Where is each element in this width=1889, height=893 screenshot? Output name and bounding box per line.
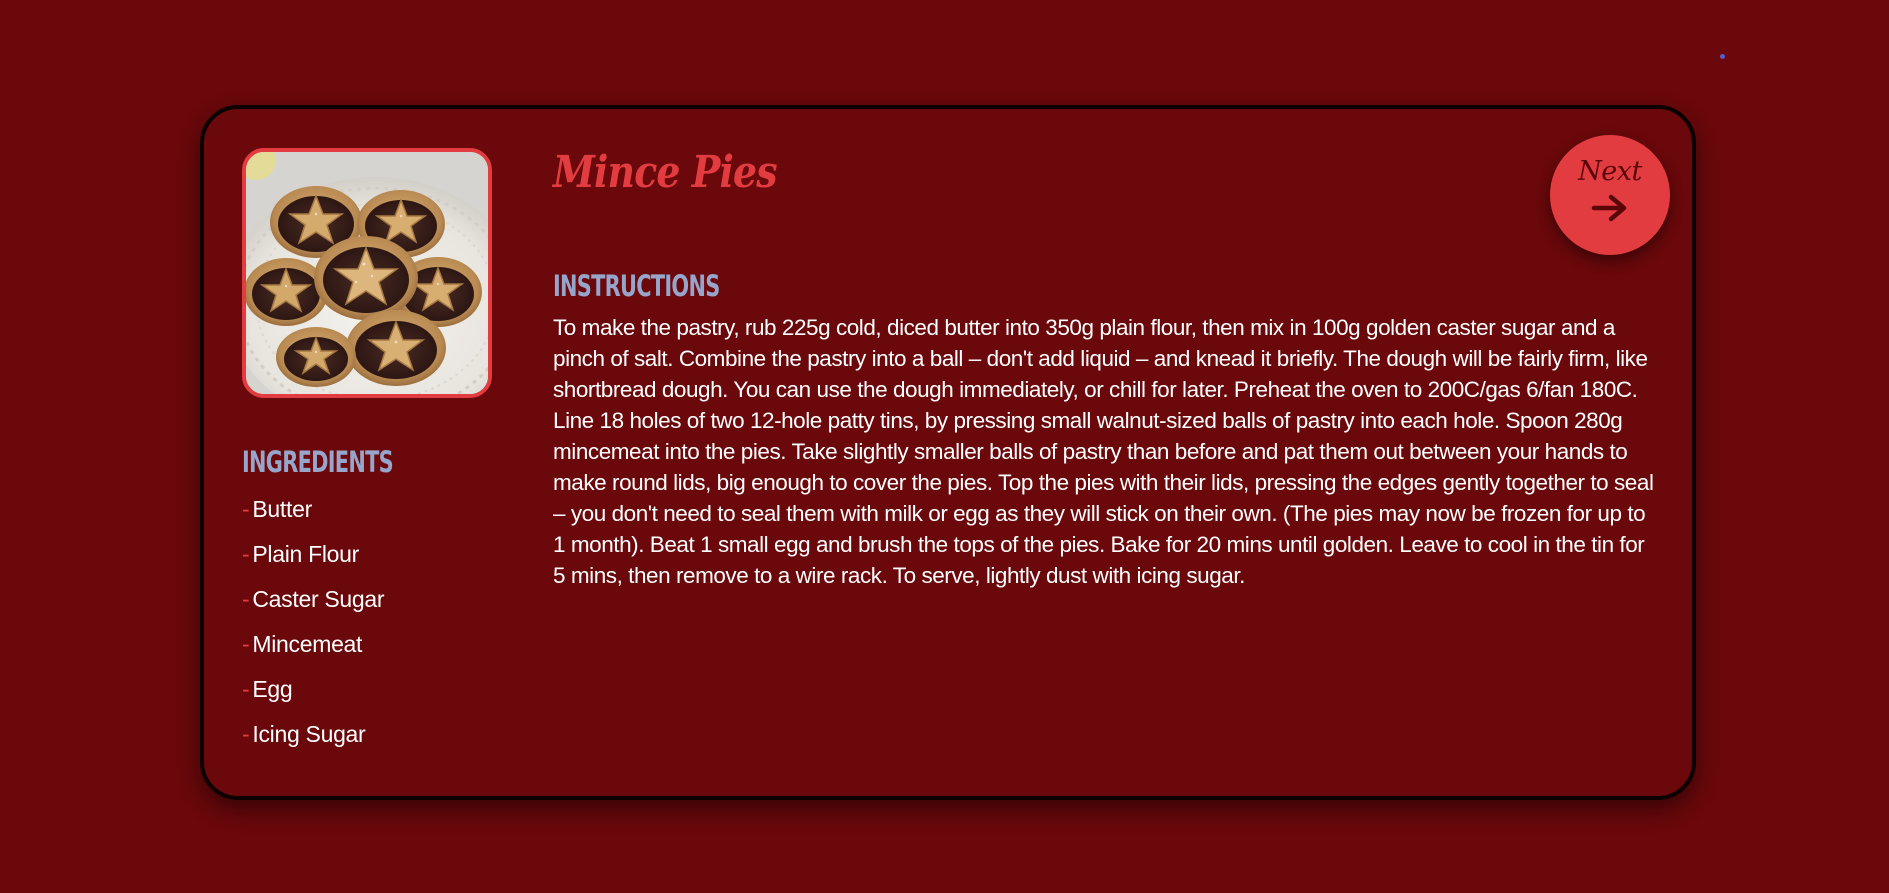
- ingredient-list: - Butter - Plain Flour - Caster Sugar - Minc…: [242, 496, 385, 766]
- next-button-label: Next: [1578, 156, 1642, 187]
- ingredient-label: Egg: [252, 676, 293, 702]
- bullet-dash: -: [242, 631, 250, 657]
- ingredient-label: Caster Sugar: [252, 586, 385, 612]
- ingredient-label: Mincemeat: [252, 631, 363, 657]
- ingredient-item: - Plain Flour: [242, 541, 384, 586]
- arrow-right-icon: [1591, 194, 1627, 222]
- decorative-dot: [1720, 54, 1725, 59]
- ingredient-item: - Mincemeat: [242, 631, 384, 676]
- ingredient-item: - Egg: [242, 676, 384, 721]
- instructions-text: To make the pastry, rub 225g cold, diced…: [553, 315, 1654, 588]
- next-button[interactable]: Next: [1550, 135, 1670, 255]
- instructions-heading: INSTRUCTIONS: [553, 269, 720, 303]
- recipe-card: INGREDIENTS - Butter - Plain Flour - Caster…: [200, 105, 1696, 800]
- bullet-dash: -: [242, 496, 250, 522]
- bullet-dash: -: [242, 541, 250, 567]
- ingredient-item: - Icing Sugar: [242, 721, 384, 766]
- recipe-photo: [242, 148, 492, 398]
- ingredient-label: Plain Flour: [252, 541, 359, 567]
- bullet-dash: -: [242, 586, 250, 612]
- mince-pies-image: [246, 152, 488, 394]
- bullet-dash: -: [242, 721, 250, 747]
- ingredient-item: - Caster Sugar: [242, 586, 385, 631]
- ingredient-label: Butter: [252, 496, 312, 522]
- bullet-dash: -: [242, 676, 250, 702]
- ingredient-label: Icing Sugar: [252, 721, 366, 747]
- ingredients-heading: INGREDIENTS: [242, 445, 394, 479]
- recipe-title: Mince Pies: [553, 147, 778, 198]
- ingredient-item: - Butter: [242, 496, 384, 541]
